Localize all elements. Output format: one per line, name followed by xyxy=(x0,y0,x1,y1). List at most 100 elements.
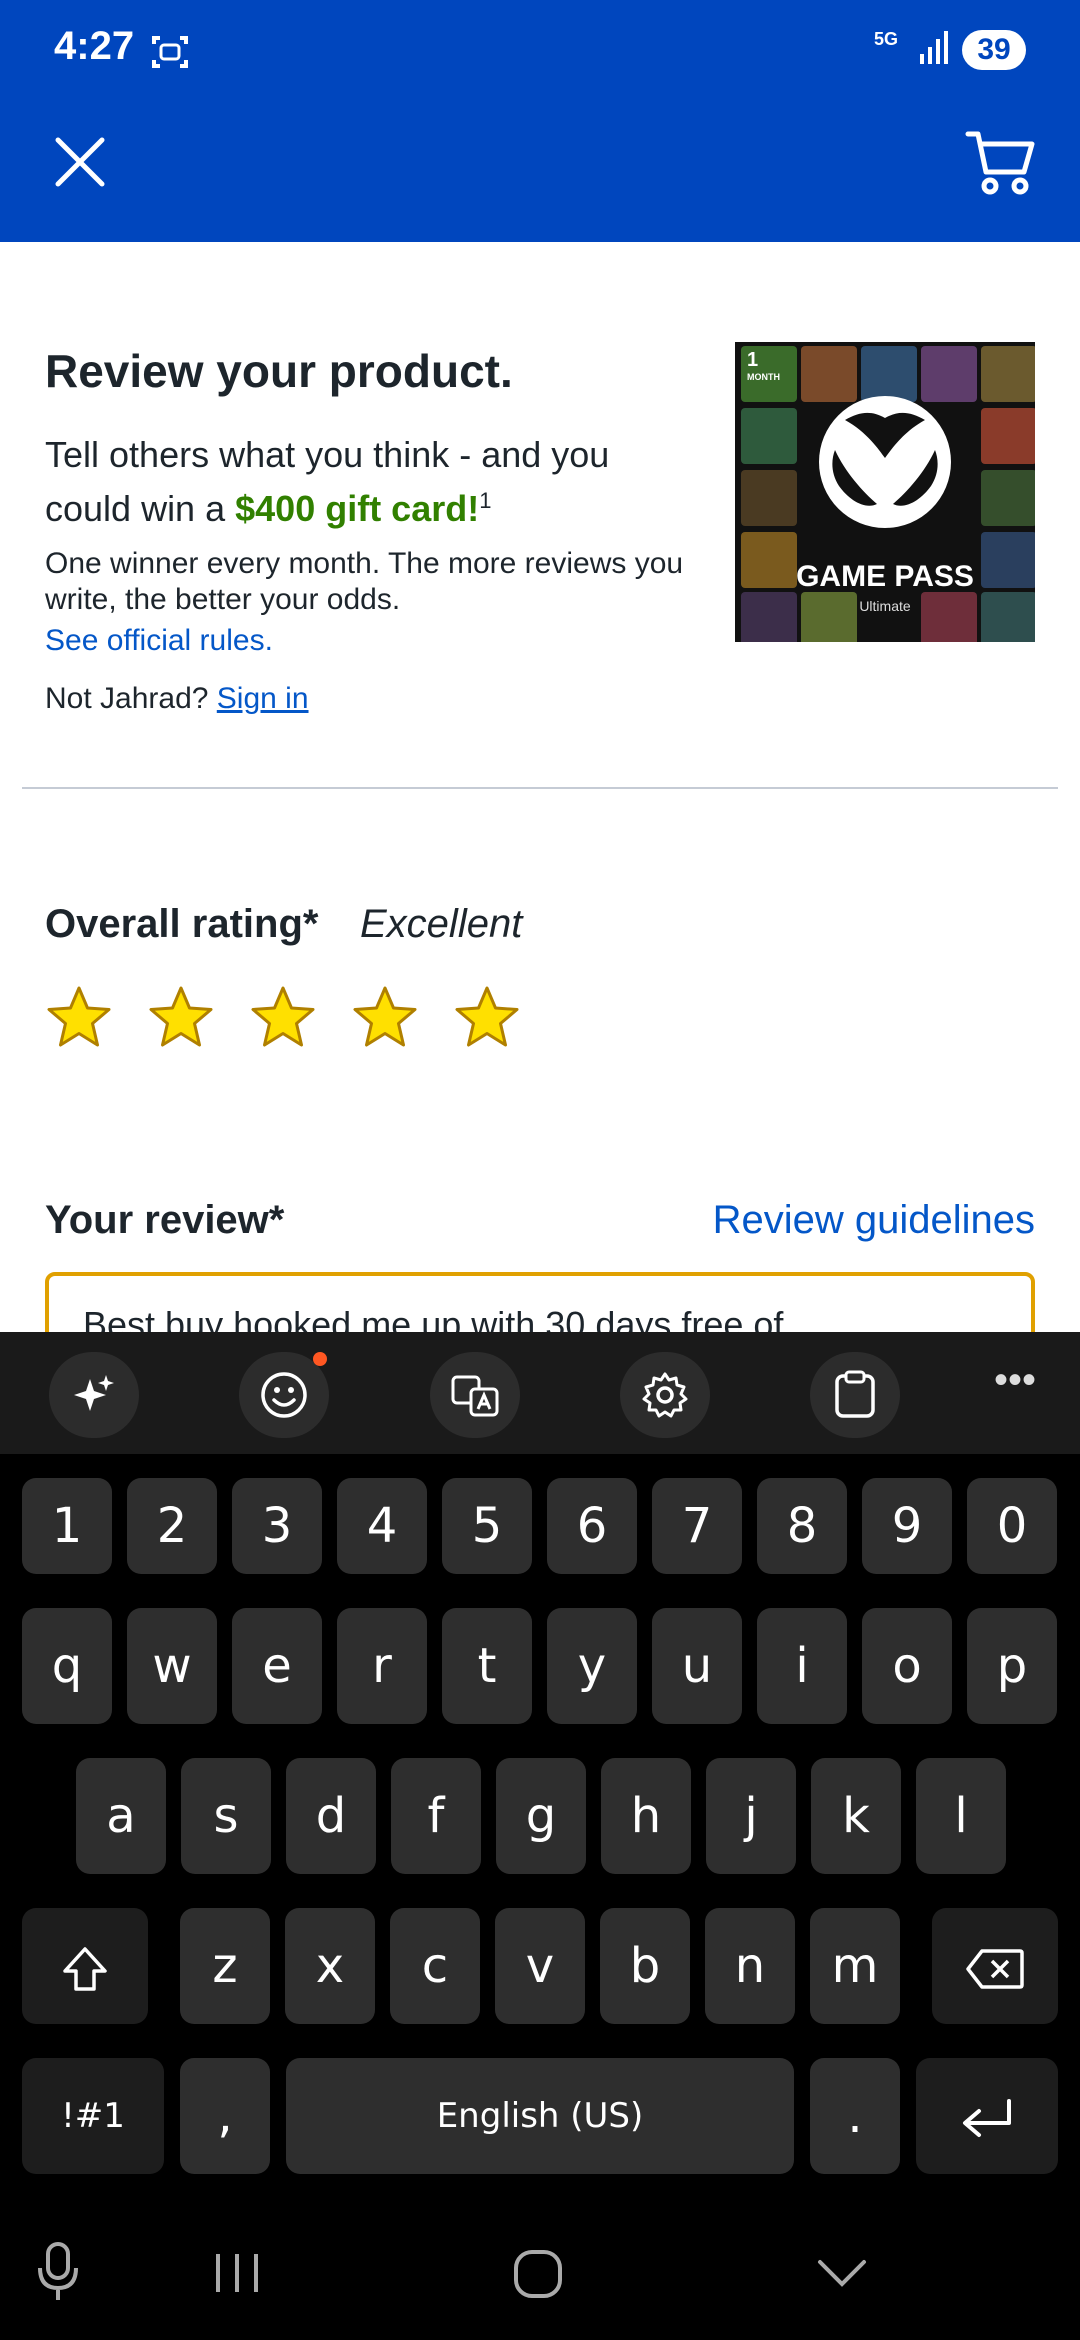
image-tile xyxy=(981,346,1035,402)
product-image-title: GAME PASS xyxy=(796,560,974,593)
battery-indicator: 39 xyxy=(962,30,1026,70)
key-4[interactable]: 4 xyxy=(337,1478,427,1574)
microphone-icon[interactable] xyxy=(36,2240,80,2304)
product-image: 1 MONTH GAME PASS Ultimate xyxy=(735,342,1035,642)
image-tile xyxy=(981,470,1035,526)
key-h[interactable]: h xyxy=(601,1758,691,1874)
not-user-line: Not Jahrad? Sign in xyxy=(45,682,309,716)
key-v[interactable]: v xyxy=(495,1908,585,2024)
translate-icon xyxy=(451,1375,499,1417)
review-textarea[interactable]: Best buy hooked me up with 30 days free … xyxy=(45,1272,1035,1332)
sparkle-icon xyxy=(74,1375,114,1411)
key-0[interactable]: 0 xyxy=(967,1478,1057,1574)
duration-badge: 1 xyxy=(747,349,759,371)
key-u[interactable]: u xyxy=(652,1608,742,1724)
key-c[interactable]: c xyxy=(390,1908,480,2024)
star-icon[interactable] xyxy=(351,984,419,1052)
key-6[interactable]: 6 xyxy=(547,1478,637,1574)
key-m[interactable]: m xyxy=(810,1908,900,2024)
promo-text: Tell others what you think - and you cou… xyxy=(45,432,695,532)
key-k[interactable]: k xyxy=(811,1758,901,1874)
review-label: Your review* xyxy=(45,1198,285,1242)
soft-keyboard: ••• 1234567890 qwertyuiop asdfghjkl zxcvbnm… xyxy=(0,1332,1080,2210)
star-icon[interactable] xyxy=(45,984,113,1052)
close-icon[interactable] xyxy=(50,132,110,192)
xbox-logo-icon xyxy=(819,396,951,528)
key-l[interactable]: l xyxy=(916,1758,1006,1874)
key-d[interactable]: d xyxy=(286,1758,376,1874)
clipboard-icon xyxy=(835,1370,875,1418)
key-i[interactable]: i xyxy=(757,1608,847,1724)
star-rating[interactable] xyxy=(45,984,521,1052)
more-options-icon[interactable]: ••• xyxy=(985,1360,1045,1420)
official-rules-link[interactable]: See official rules. xyxy=(45,624,273,658)
image-tile xyxy=(981,408,1035,464)
hide-keyboard-icon[interactable] xyxy=(816,2258,868,2290)
key-o[interactable]: o xyxy=(862,1608,952,1724)
key-f[interactable]: f xyxy=(391,1758,481,1874)
key-1[interactable]: 1 xyxy=(22,1478,112,1574)
key-q[interactable]: q xyxy=(22,1608,112,1724)
key-3[interactable]: 3 xyxy=(232,1478,322,1574)
key-t[interactable]: t xyxy=(442,1608,532,1724)
key-7[interactable]: 7 xyxy=(652,1478,742,1574)
enter-key[interactable] xyxy=(916,2058,1058,2174)
key-9[interactable]: 9 xyxy=(862,1478,952,1574)
keyboard-toolbar: ••• xyxy=(0,1332,1080,1454)
key-8[interactable]: 8 xyxy=(757,1478,847,1574)
period-key[interactable]: . xyxy=(810,2058,900,2174)
key-s[interactable]: s xyxy=(181,1758,271,1874)
review-form: Review your product. Tell others what yo… xyxy=(0,242,1080,1332)
shift-key[interactable] xyxy=(22,1908,148,2024)
enter-icon xyxy=(963,2099,1011,2137)
gear-icon xyxy=(642,1372,688,1418)
network-type: 5G xyxy=(874,29,899,49)
recent-apps-icon[interactable] xyxy=(212,2250,262,2296)
key-r[interactable]: r xyxy=(337,1608,427,1724)
review-guidelines-link[interactable]: Review guidelines xyxy=(713,1198,1035,1243)
symbols-key[interactable]: !#1 xyxy=(22,2058,164,2174)
home-icon[interactable] xyxy=(512,2248,564,2300)
ai-sparkle-button[interactable] xyxy=(49,1352,139,1438)
star-icon[interactable] xyxy=(249,984,317,1052)
key-x[interactable]: x xyxy=(285,1908,375,2024)
key-w[interactable]: w xyxy=(127,1608,217,1724)
key-5[interactable]: 5 xyxy=(442,1478,532,1574)
promo-highlight: $400 gift card! xyxy=(235,488,480,529)
space-key[interactable]: English (US) xyxy=(286,2058,794,2174)
status-time: 4:27 xyxy=(54,24,135,68)
key-y[interactable]: y xyxy=(547,1608,637,1724)
cart-icon[interactable] xyxy=(964,128,1036,196)
product-image-subtitle: Ultimate xyxy=(859,598,911,614)
image-tile xyxy=(741,470,797,526)
clipboard-button[interactable] xyxy=(810,1352,900,1438)
comma-key[interactable]: , xyxy=(180,2058,270,2174)
not-user-text: Not Jahrad? xyxy=(45,682,209,715)
screenshot-icon xyxy=(152,36,188,68)
section-divider xyxy=(22,787,1058,789)
odds-text: One winner every month. The more reviews… xyxy=(45,547,684,616)
key-e[interactable]: e xyxy=(232,1608,322,1724)
rating-label: Overall rating* xyxy=(45,902,319,946)
keyboard-settings-button[interactable] xyxy=(620,1352,710,1438)
image-tile xyxy=(741,408,797,464)
backspace-key[interactable] xyxy=(932,1908,1058,2024)
translate-button[interactable] xyxy=(430,1352,520,1438)
key-2[interactable]: 2 xyxy=(127,1478,217,1574)
key-g[interactable]: g xyxy=(496,1758,586,1874)
star-icon[interactable] xyxy=(147,984,215,1052)
key-n[interactable]: n xyxy=(705,1908,795,2024)
duration-badge-sub: MONTH xyxy=(747,372,780,382)
key-z[interactable]: z xyxy=(180,1908,270,2024)
key-j[interactable]: j xyxy=(706,1758,796,1874)
star-icon[interactable] xyxy=(453,984,521,1052)
shift-icon xyxy=(63,1947,107,1991)
sign-in-link[interactable]: Sign in xyxy=(217,682,309,715)
notification-dot xyxy=(313,1352,327,1366)
key-a[interactable]: a xyxy=(76,1758,166,1874)
key-b[interactable]: b xyxy=(600,1908,690,2024)
page-title: Review your product. xyxy=(45,345,513,397)
key-p[interactable]: p xyxy=(967,1608,1057,1724)
backspace-icon xyxy=(966,1949,1024,1989)
emoji-icon xyxy=(261,1372,307,1418)
